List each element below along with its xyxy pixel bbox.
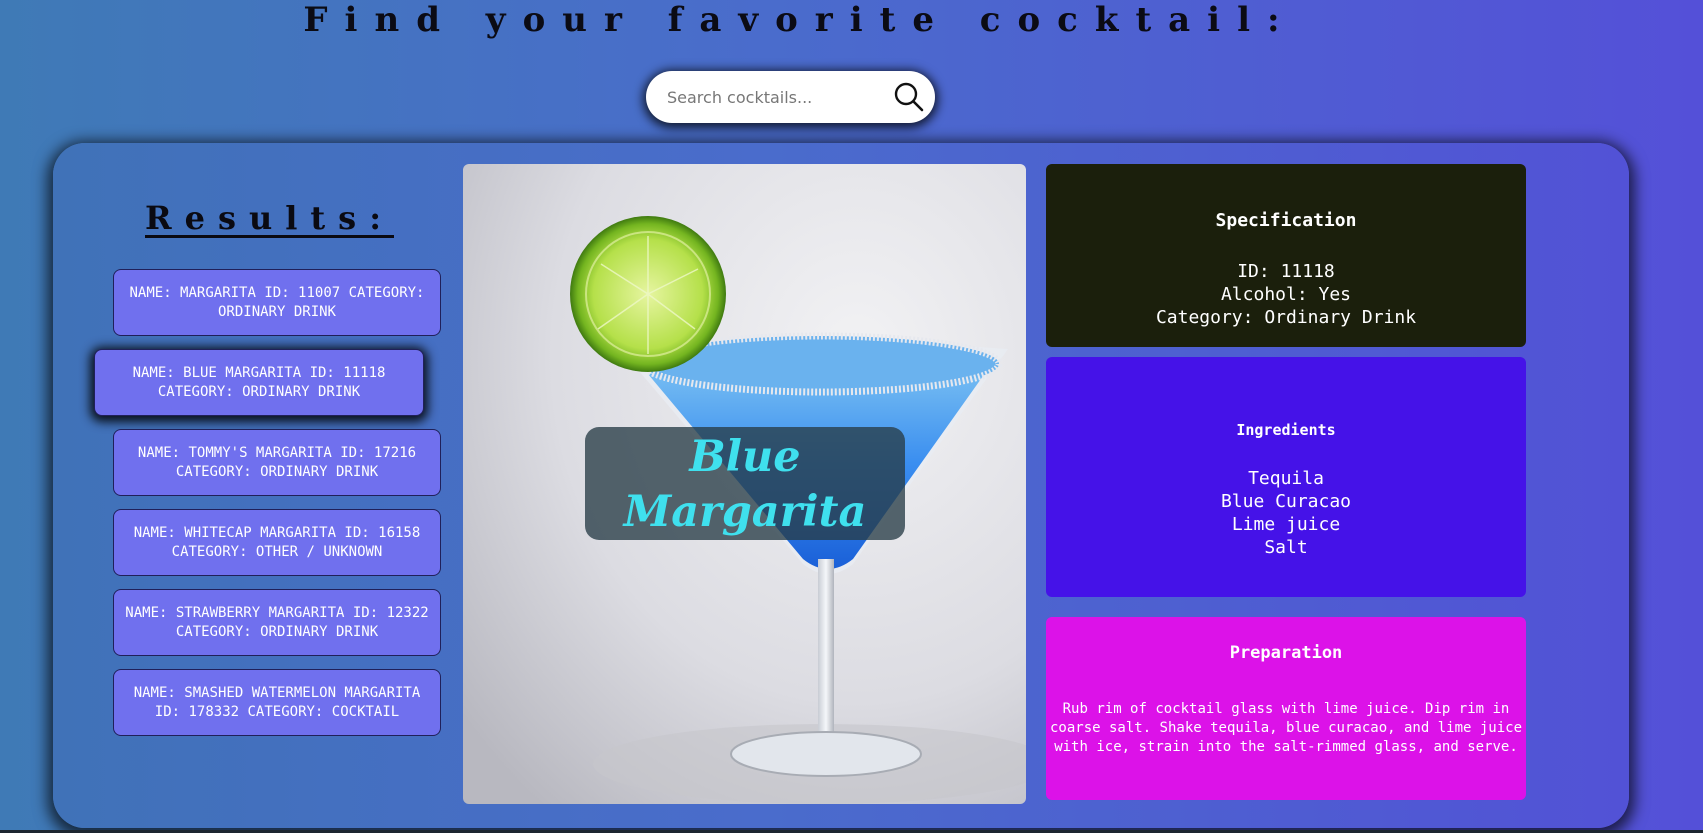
ingredient-item: Lime juice [1231, 514, 1341, 535]
specification-title: Specification [1215, 210, 1357, 231]
ingredients-title: Ingredients [1236, 421, 1336, 439]
cocktail-name-banner: Blue Margarita [585, 427, 905, 540]
result-item-whitecap-margarita[interactable]: NAME: WHITECAP MARGARITA ID: 16158 CATEG… [113, 509, 441, 576]
search-button[interactable] [893, 81, 925, 113]
ingredients-card: Ingredients Tequila Blue Curacao Lime ju… [1046, 357, 1526, 597]
ingredient-item: Tequila [1248, 468, 1324, 489]
preparation-title: Preparation [1229, 643, 1343, 663]
specification-category: Category: Ordinary Drink [1155, 307, 1417, 328]
specification-id: ID: 11118 [1237, 261, 1335, 282]
search-icon [894, 82, 924, 112]
specification-alcohol: Alcohol: Yes [1220, 284, 1352, 305]
results-heading: Results: [145, 199, 394, 237]
result-item-smashed-watermelon-margarita[interactable]: NAME: SMASHED WATERMELON MARGARITA ID: 1… [113, 669, 441, 736]
search-input[interactable] [665, 81, 889, 113]
ingredient-item: Salt [1264, 537, 1308, 558]
result-item-margarita[interactable]: NAME: MARGARITA ID: 11007 CATEGORY: ORDI… [113, 269, 441, 336]
result-item-strawberry-margarita[interactable]: NAME: STRAWBERRY MARGARITA ID: 12322 CAT… [113, 589, 441, 656]
ingredient-item: Blue Curacao [1220, 491, 1352, 512]
cocktail-name-line-1: Blue [689, 431, 801, 482]
page-title: Find your favorite cocktail: [303, 0, 1297, 40]
specification-card: Specification ID: 11118 Alcohol: Yes Cat… [1046, 164, 1526, 347]
preparation-text: Rub rim of cocktail glass with lime juic… [1049, 701, 1522, 755]
search-bar [646, 71, 935, 123]
result-item-blue-margarita[interactable]: NAME: BLUE MARGARITA ID: 11118 CATEGORY:… [94, 349, 424, 416]
preparation-card: Preparation Rub rim of cocktail glass wi… [1046, 617, 1526, 800]
cocktail-name-line-2: Margarita [623, 486, 867, 537]
result-item-tommys-margarita[interactable]: NAME: TOMMY'S MARGARITA ID: 17216 CATEGO… [113, 429, 441, 496]
